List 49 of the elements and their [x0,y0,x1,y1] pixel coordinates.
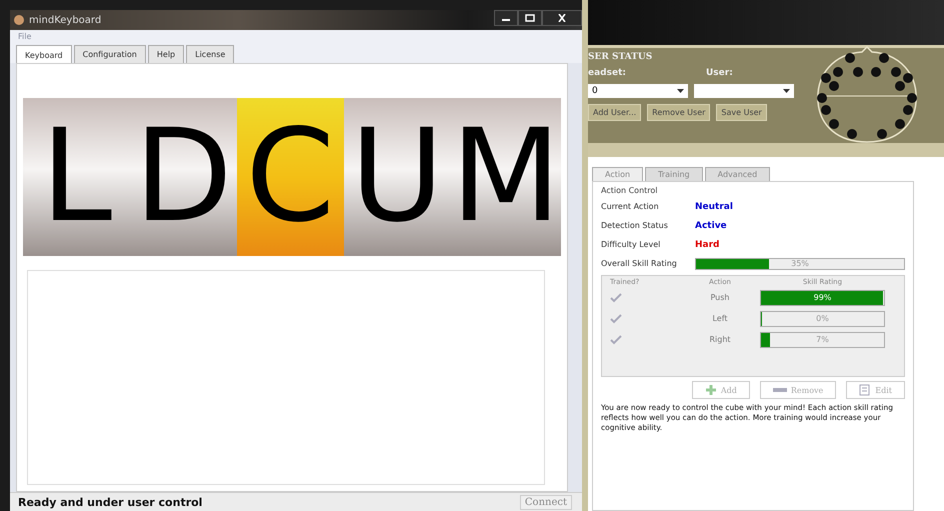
status-value: Hard [695,240,720,250]
dropdown-caret-icon [783,89,790,93]
tab[interactable]: Help [148,45,184,63]
status-value: Active [695,220,727,230]
field-label: Difficulty Level [601,240,662,249]
status-text: Ready and under user control [18,496,202,508]
close-icon [557,14,567,22]
headset-label: eadset: [588,68,626,78]
minimize-button[interactable] [494,10,518,26]
table-cell-text: Right [708,335,732,344]
edit-icon [859,384,872,396]
maximize-button[interactable] [518,10,542,26]
app-icon [14,15,24,25]
tab[interactable]: Training [645,167,703,181]
panel-title: SER STATUS [588,52,654,62]
progress-reading: 99% [812,292,832,304]
tab[interactable]: Action [592,167,644,181]
user-button[interactable]: Save User [716,104,767,121]
tab[interactable]: License [186,45,234,63]
user-button[interactable]: Add User... [588,104,642,121]
window-title: mindKeyboard [29,14,102,26]
key[interactable]: U [344,98,451,256]
tab[interactable]: Advanced [704,167,770,181]
menu-item[interactable]: File [18,32,32,42]
close-button[interactable] [542,10,582,26]
key[interactable]: L [23,98,130,256]
headset-dropdown[interactable]: 0 [588,84,688,98]
table-cell-text: Push [710,293,730,302]
connect-button[interactable]: Connect [520,494,572,510]
maximize-icon [525,14,535,22]
key[interactable]: M [450,98,561,256]
group-title: Action Control [601,186,659,195]
user-button[interactable]: Remove User [647,104,710,121]
table-cell-text: Left [711,314,729,323]
plus-icon [704,384,717,396]
user-label: User: [706,68,733,78]
progress-reading: 7% [815,334,830,346]
progress-reading: 0% [815,312,830,324]
key[interactable]: C [236,98,344,256]
field-label: Detection Status [601,221,669,230]
minus-icon [772,387,787,393]
status-value: Neutral [695,202,733,212]
tab[interactable]: Configuration [74,45,146,63]
tab[interactable]: Keyboard [16,45,72,63]
progress-reading: 35% [790,258,810,268]
key[interactable]: D [130,98,237,256]
field-label: Overall Skill Rating [601,259,678,268]
dropdown-caret-icon [677,89,684,93]
field-label: Current Action [601,202,660,211]
